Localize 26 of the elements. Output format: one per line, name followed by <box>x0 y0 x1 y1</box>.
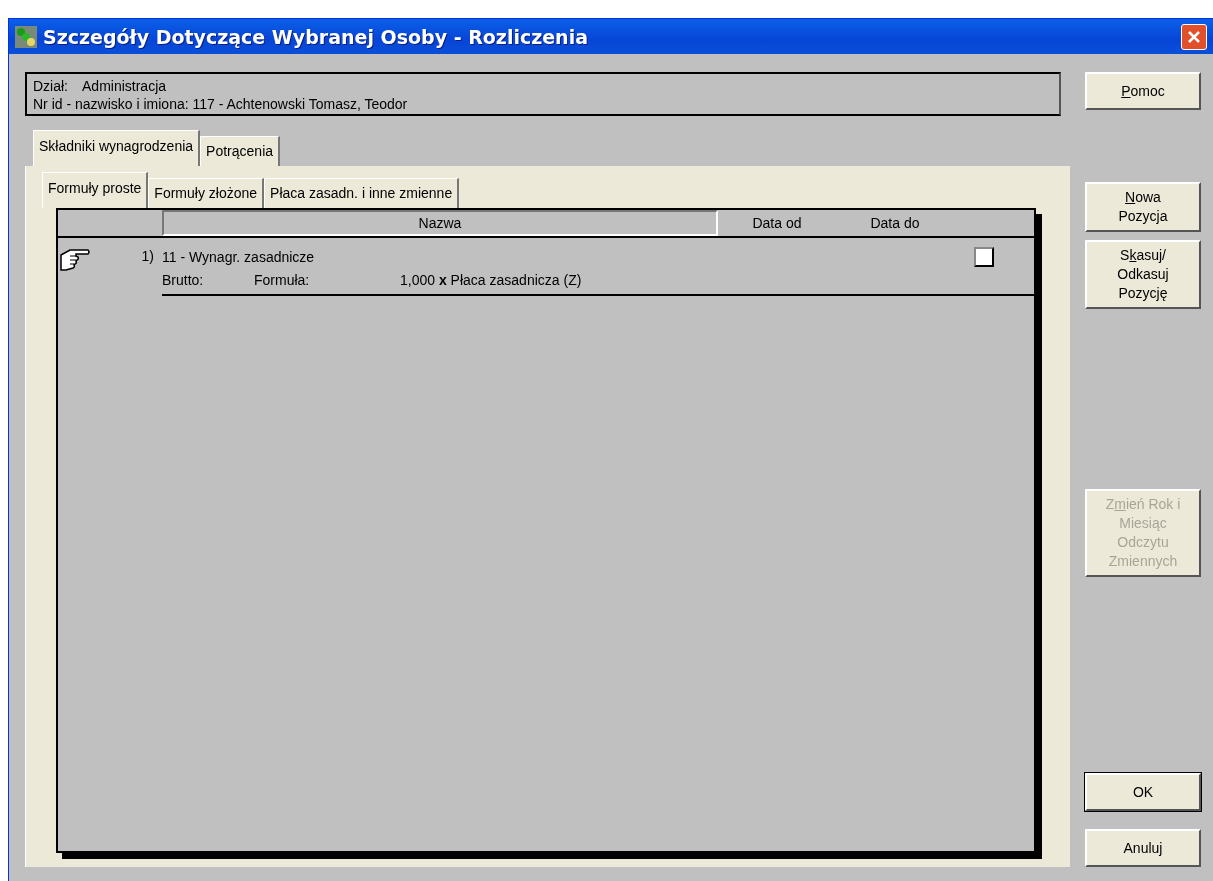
tab[interactable]: Potrącenia <box>200 136 281 166</box>
department-value: Administracja <box>82 77 167 95</box>
item-name: 11 - Wynagr. zasadnicze <box>162 249 315 265</box>
tab[interactable]: Formuły złożone <box>148 178 265 208</box>
department-label: Dział: <box>33 77 68 95</box>
row-number: 1) <box>140 247 155 266</box>
dialog-button[interactable]: Nowa Pozycja <box>1085 182 1201 232</box>
column-header[interactable]: Data od <box>718 210 836 236</box>
dialog-button[interactable]: Pomoc <box>1085 72 1201 110</box>
close-icon <box>1187 29 1201 44</box>
tab[interactable]: Płaca zasadn. i inne zmienne <box>264 178 460 208</box>
column-header[interactable]: Data do <box>836 210 954 236</box>
app-icon <box>15 25 37 48</box>
person-info: Nr id - nazwisko i imiona: 117 - Achtenowski Tomasz, Teodor <box>33 95 408 113</box>
dialog-button[interactable]: Skasuj/ Odkasuj Pozycję <box>1085 240 1201 309</box>
formula-text: 1,000 x Płaca zasadnicza (Z) <box>400 272 582 288</box>
checkbox[interactable] <box>974 247 994 267</box>
tab[interactable]: Składniki wynagrodzenia <box>33 130 201 166</box>
dialog-button[interactable]: Anuluj <box>1085 829 1201 867</box>
dialog-button[interactable]: OK <box>1085 773 1201 811</box>
tab[interactable]: Formuły proste <box>42 172 149 208</box>
window-title: Szczegóły Dotyczące Wybranej Osoby - Rozliczenia <box>43 25 589 48</box>
formula-label: Formuła: <box>254 272 311 288</box>
type-label: Brutto: <box>162 272 205 288</box>
close-button[interactable] <box>1181 23 1207 50</box>
column-header[interactable]: Nazwa <box>162 210 718 236</box>
